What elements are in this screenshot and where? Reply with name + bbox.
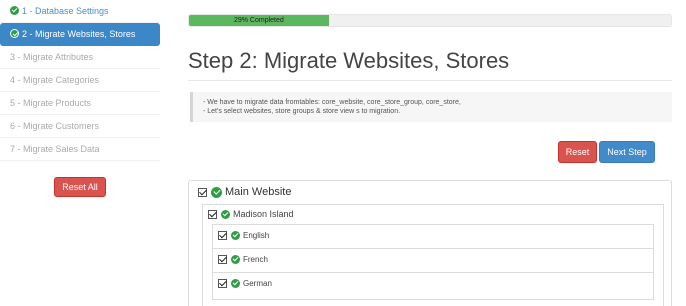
website-checkbox[interactable] <box>198 187 207 197</box>
step-label: 6 - Migrate Customers <box>10 121 100 131</box>
reset-button[interactable]: Reset <box>558 141 597 163</box>
check-circle-icon <box>10 29 19 38</box>
website-label: Main Website <box>225 186 292 198</box>
step-label: 2 - Migrate Websites, Stores <box>22 29 136 39</box>
store-view-checkbox[interactable] <box>218 255 227 264</box>
step-label: 3 - Migrate Attributes <box>10 52 94 62</box>
step-label: 7 - Migrate Sales Data <box>10 144 100 154</box>
progress-bar: 29% Completed <box>188 14 672 27</box>
store-group-label: Madison Island <box>233 209 294 219</box>
step-label: 1 - Database Settings <box>22 6 109 16</box>
check-circle-icon <box>231 279 240 288</box>
store-view-label: English <box>243 231 270 240</box>
store-view-label: German <box>243 279 272 288</box>
store-view-checkbox[interactable] <box>218 279 227 288</box>
check-circle-icon <box>231 255 240 264</box>
step-migrate-products[interactable]: 5 - Migrate Products <box>0 92 160 115</box>
notes-box: - We have to migrate data fromtables: co… <box>190 92 672 122</box>
progress-fill: 29% Completed <box>189 15 329 26</box>
steps-sidebar: 1 - Database Settings 2 - Migrate Websit… <box>0 0 160 161</box>
step-database-settings[interactable]: 1 - Database Settings <box>0 0 160 23</box>
store-view-label: French <box>243 255 268 264</box>
step-label: 5 - Migrate Products <box>10 98 92 108</box>
check-circle-icon <box>221 209 230 219</box>
step-label: 4 - Migrate Categories <box>10 75 100 85</box>
title-divider <box>188 80 672 81</box>
next-step-button[interactable]: Next Step <box>599 141 655 163</box>
store-view-checkbox[interactable] <box>218 231 227 240</box>
note-line: - We have to migrate data fromtables: co… <box>203 99 461 106</box>
step-migrate-sales-data[interactable]: 7 - Migrate Sales Data <box>0 138 160 161</box>
store-view-row: German <box>218 279 272 288</box>
check-circle-icon <box>211 186 222 198</box>
step-migrate-websites[interactable]: 2 - Migrate Websites, Stores <box>0 23 160 46</box>
step-migrate-attributes[interactable]: 3 - Migrate Attributes <box>0 46 160 69</box>
reset-all-button[interactable]: Reset All <box>54 177 106 197</box>
store-group-checkbox[interactable] <box>208 209 217 219</box>
store-row-divider <box>212 272 654 297</box>
website-row: Main Website <box>198 186 291 198</box>
check-circle-icon <box>231 231 240 240</box>
note-line: - Let's select websites, store groups & … <box>203 108 401 115</box>
step-migrate-categories[interactable]: 4 - Migrate Categories <box>0 69 160 92</box>
store-view-row: English <box>218 231 269 240</box>
step-migrate-customers[interactable]: 6 - Migrate Customers <box>0 115 160 138</box>
store-row-divider <box>212 248 654 273</box>
check-circle-icon <box>10 6 19 15</box>
store-group-row: Madison Island <box>208 209 294 219</box>
store-view-row: French <box>218 255 268 264</box>
page-title: Step 2: Migrate Websites, Stores <box>188 48 510 73</box>
